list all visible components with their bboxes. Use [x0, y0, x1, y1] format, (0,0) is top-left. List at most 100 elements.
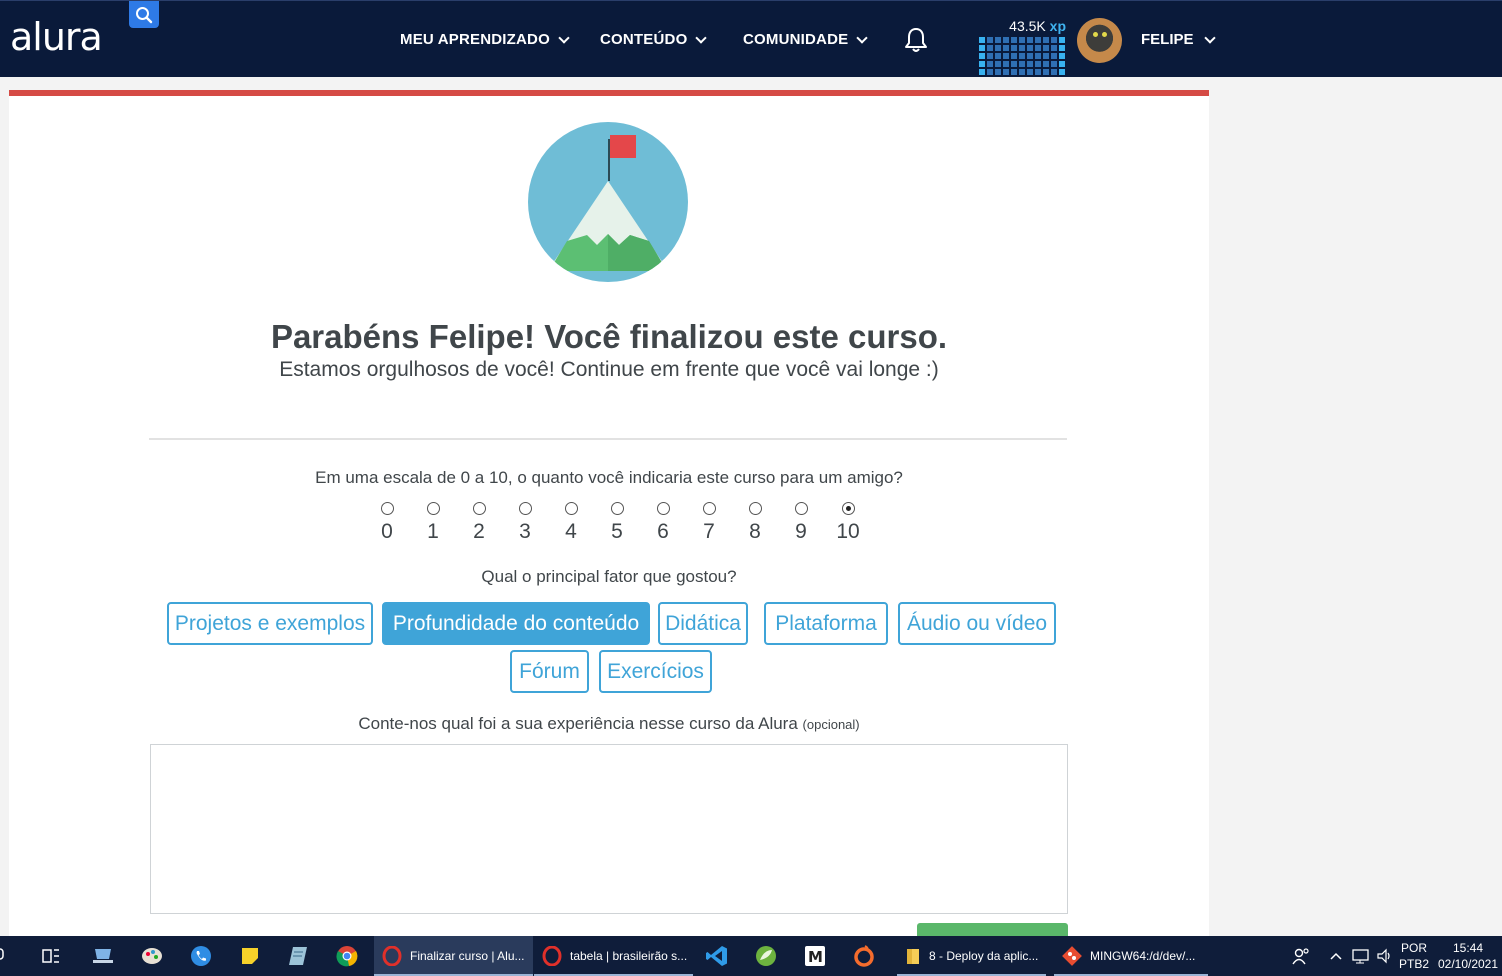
radio-button[interactable]: [380, 502, 394, 515]
xp-cell: [1011, 45, 1017, 51]
xp-cell: [1043, 53, 1049, 59]
factor-button[interactable]: Áudio ou vídeo: [898, 602, 1056, 645]
xp-cell: [1019, 53, 1025, 59]
xp-cell: [1059, 69, 1065, 75]
notepad-icon[interactable]: [275, 936, 321, 976]
laptop-app-icon[interactable]: [80, 936, 126, 976]
phone-app-icon[interactable]: [178, 936, 224, 976]
task-view-icon[interactable]: [28, 936, 74, 976]
taskbar-app-alura[interactable]: Finalizar curso | Alu...: [374, 936, 533, 976]
factor-button[interactable]: Didática: [658, 602, 748, 645]
clock-time: 15:44: [1452, 941, 1484, 955]
origin-icon[interactable]: [841, 936, 887, 976]
radio-button[interactable]: [748, 502, 762, 515]
scale-number: 3: [519, 520, 531, 543]
windows-taskbar: Finalizar curso | Alu... tabela | brasil…: [0, 936, 1502, 976]
nav-conteudo[interactable]: CONTEÚDO: [600, 31, 708, 48]
scale-option-5[interactable]: 5: [602, 502, 632, 544]
bell-icon: [905, 28, 927, 52]
nav-comunidade[interactable]: COMUNIDADE: [743, 31, 869, 48]
xp-cell: [1027, 61, 1033, 67]
xp-indicator[interactable]: 43.5K xp: [977, 17, 1069, 75]
search-button[interactable]: [129, 1, 159, 28]
xp-value: 43.5K: [1009, 18, 1046, 34]
chevron-down-icon: [558, 31, 570, 44]
folder-icon: [907, 949, 919, 964]
taskbar-app-deploy-folder[interactable]: 8 - Deploy da aplic...: [897, 936, 1046, 976]
scale-option-0[interactable]: 0: [372, 502, 402, 544]
scale-option-1[interactable]: 1: [418, 502, 448, 544]
alura-logo[interactable]: alura: [10, 15, 103, 59]
xp-cell: [1051, 45, 1057, 51]
scale-number: 0: [381, 520, 393, 543]
top-navbar: alura MEU APRENDIZADO CONTEÚDO COMUNIDAD…: [0, 0, 1502, 77]
radio-button[interactable]: [702, 502, 716, 515]
scale-option-9[interactable]: 9: [786, 502, 816, 544]
factor-button[interactable]: Exercícios: [599, 650, 712, 693]
xp-cell: [1019, 37, 1025, 43]
volume-icon[interactable]: [1373, 936, 1397, 976]
radio-button[interactable]: [610, 502, 624, 515]
factor-button[interactable]: Profundidade do conteúdo: [382, 602, 650, 645]
course-completion-card: Parabéns Felipe! Você finalizou este cur…: [9, 90, 1209, 946]
xp-cell: [1011, 61, 1017, 67]
avatar[interactable]: [1077, 18, 1122, 63]
scale-option-8[interactable]: 8: [740, 502, 770, 544]
opera-icon: [542, 946, 562, 966]
scale-option-10[interactable]: 10: [833, 502, 863, 544]
radio-button[interactable]: [656, 502, 670, 515]
nav-label: COMUNIDADE: [743, 31, 849, 48]
radio-button[interactable]: [794, 502, 808, 515]
xp-cell: [1003, 53, 1009, 59]
xp-cell: [1019, 69, 1025, 75]
radio-button[interactable]: [426, 502, 440, 515]
notifications-button[interactable]: [904, 27, 928, 58]
scale-option-4[interactable]: 4: [556, 502, 586, 544]
xp-cell: [1027, 37, 1033, 43]
user-menu[interactable]: FELIPE: [1141, 31, 1216, 48]
microphone-icon[interactable]: [0, 936, 14, 976]
nav-label: CONTEÚDO: [600, 31, 688, 48]
scale-option-6[interactable]: 6: [648, 502, 678, 544]
chevron-down-icon: [1203, 31, 1216, 44]
scale-option-7[interactable]: 7: [694, 502, 724, 544]
chevron-up-icon[interactable]: [1325, 936, 1347, 976]
xp-cell: [1027, 45, 1033, 51]
scale-option-3[interactable]: 3: [510, 502, 540, 544]
sticky-notes-icon[interactable]: [227, 936, 273, 976]
input-language[interactable]: POR PTB2: [1398, 940, 1430, 972]
chrome-icon[interactable]: [324, 936, 370, 976]
radio-button[interactable]: [518, 502, 532, 515]
chevron-down-icon: [856, 31, 869, 44]
spring-tools-icon[interactable]: [743, 936, 789, 976]
factor-button[interactable]: Fórum: [510, 650, 589, 693]
taskbar-app-tabela[interactable]: tabela | brasileirão s...: [534, 936, 693, 976]
paint-app-icon[interactable]: [129, 936, 175, 976]
radio-button[interactable]: [841, 502, 855, 515]
network-icon[interactable]: [1349, 936, 1373, 976]
xp-cell: [1043, 45, 1049, 51]
xp-cell: [1027, 53, 1033, 59]
vscode-icon[interactable]: [694, 936, 740, 976]
taskbar-app-git-bash[interactable]: MINGW64:/d/dev/...: [1054, 936, 1208, 976]
xp-cell: [1043, 37, 1049, 43]
scale-number: 6: [657, 520, 669, 543]
factor-button[interactable]: Plataforma: [764, 602, 888, 645]
scale-number: 1: [427, 520, 439, 543]
scale-option-2[interactable]: 2: [464, 502, 494, 544]
divider: [149, 438, 1067, 440]
experience-textarea[interactable]: [150, 744, 1068, 914]
nav-meu-aprendizado[interactable]: MEU APRENDIZADO: [400, 31, 570, 48]
xp-cell: [1051, 37, 1057, 43]
xp-cell: [1059, 45, 1065, 51]
factor-button[interactable]: Projetos e exemplos: [167, 602, 373, 645]
people-icon[interactable]: [1278, 936, 1324, 976]
taskbar-app-label: Finalizar curso | Alu...: [410, 949, 525, 963]
system-clock[interactable]: 15:44 02/10/2021: [1436, 940, 1500, 972]
xp-cell: [987, 45, 993, 51]
radio-button[interactable]: [472, 502, 486, 515]
radio-button[interactable]: [564, 502, 578, 515]
xp-cell: [979, 69, 985, 75]
markdown-app-icon[interactable]: M: [792, 936, 838, 976]
xp-cell: [1059, 37, 1065, 43]
